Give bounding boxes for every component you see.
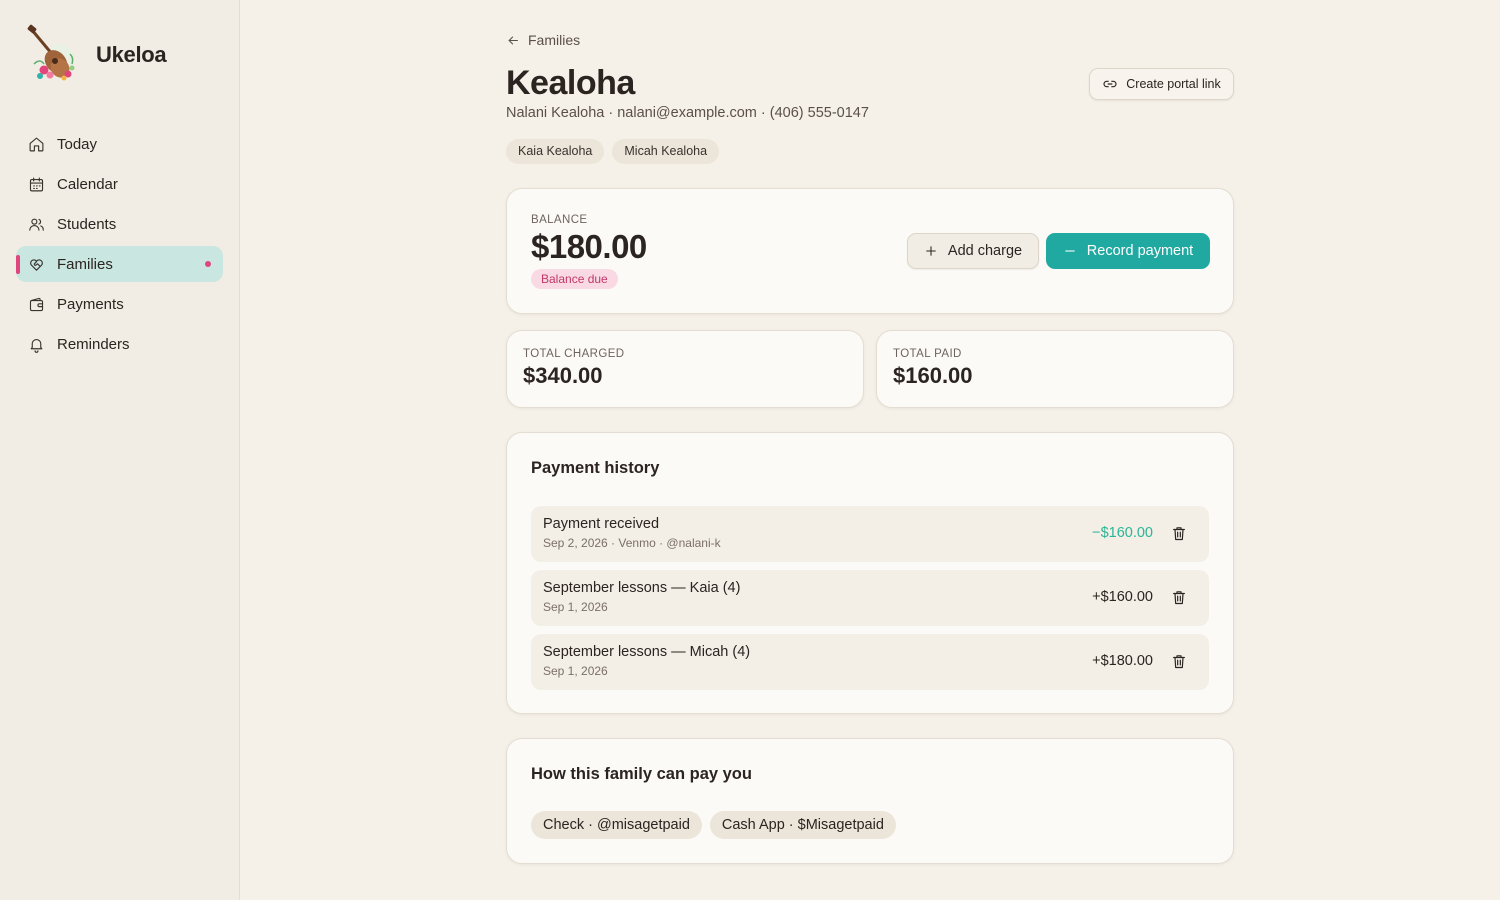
sidebar-item-families[interactable]: Families — [16, 246, 223, 282]
total-charged-value: $340.00 — [523, 363, 603, 388]
plus-icon — [926, 246, 936, 256]
create-portal-link-label: Create portal link — [1126, 77, 1221, 91]
delete-button[interactable] — [1171, 589, 1187, 606]
history-subtitle: Sep 1, 2026 — [543, 664, 608, 678]
sidebar-item-label: Students — [57, 215, 117, 233]
total-charged-card: TOTAL CHARGED $340.00 — [506, 330, 864, 408]
ukulele-logo-icon — [27, 24, 75, 81]
section-title: Payment history — [531, 459, 660, 477]
trash-icon — [1173, 591, 1185, 605]
balance-amount: $180.00 — [531, 228, 647, 265]
minus-icon — [1065, 250, 1075, 252]
total-paid-label: TOTAL PAID — [893, 348, 962, 360]
back-link-label: Families — [528, 32, 581, 48]
balance-card: BALANCE $180.00 Balance due Add charge R… — [506, 188, 1234, 314]
create-portal-link-button[interactable]: Create portal link — [1089, 68, 1234, 100]
sidebar-item-label: Payments — [57, 295, 124, 313]
history-title: September lessons — Micah (4) — [543, 644, 751, 660]
record-payment-button[interactable]: Record payment — [1046, 233, 1210, 269]
delete-button[interactable] — [1171, 653, 1187, 670]
student-chip[interactable]: Kaia Kealoha — [506, 139, 605, 164]
total-paid-card: TOTAL PAID $160.00 — [876, 330, 1234, 408]
payment-method-chips: Check · @misagetpaid Cash App · $Misaget… — [531, 811, 896, 839]
history-row: September lessons — Kaia (4) Sep 1, 2026… — [531, 570, 1209, 626]
total-charged-label: TOTAL CHARGED — [523, 348, 625, 360]
sidebar-nav: Today Calendar Students Families Payment… — [16, 126, 223, 366]
history-row: Payment received Sep 2, 2026 · Venmo · @… — [531, 506, 1209, 562]
payment-history-card: Payment history Payment received Sep 2, … — [506, 432, 1234, 714]
calendar-icon — [29, 177, 44, 191]
payment-method-chip: Check · @misagetpaid — [531, 811, 702, 839]
heart-handshake-icon — [30, 258, 43, 271]
add-charge-button[interactable]: Add charge — [907, 233, 1039, 269]
bell-icon — [30, 338, 43, 353]
sidebar-item-calendar[interactable]: Calendar — [16, 166, 223, 202]
balance-label: BALANCE — [531, 214, 588, 226]
section-title: How this family can pay you — [531, 765, 752, 783]
history-title: Payment received — [543, 516, 660, 532]
family-contact: Nalani Kealoha · nalani@example.com · (4… — [506, 105, 869, 121]
notification-dot — [205, 261, 211, 267]
sidebar-item-payments[interactable]: Payments — [16, 286, 223, 322]
link-icon — [1103, 80, 1117, 88]
sidebar-item-today[interactable]: Today — [16, 126, 223, 162]
history-amount: +$160.00 — [1092, 589, 1153, 605]
status-badge: Balance due — [531, 269, 618, 289]
sidebar-item-label: Calendar — [57, 175, 118, 193]
page-title: Kealoha — [506, 64, 635, 102]
trash-icon — [1173, 527, 1185, 541]
sidebar-item-label: Reminders — [57, 335, 130, 353]
history-subtitle: Sep 2, 2026 · Venmo · @nalani-k — [543, 536, 721, 550]
trash-icon — [1173, 655, 1185, 669]
payment-method-chip: Cash App · $Misagetpaid — [709, 811, 896, 839]
history-amount: −$160.00 — [1092, 525, 1153, 541]
sidebar-item-students[interactable]: Students — [16, 206, 223, 242]
sidebar-item-reminders[interactable]: Reminders — [16, 326, 223, 362]
record-payment-label: Record payment — [1086, 243, 1194, 259]
app-name: Ukeloa — [96, 42, 167, 67]
history-row: September lessons — Micah (4) Sep 1, 202… — [531, 634, 1209, 690]
student-chips: Kaia Kealoha Micah Kealoha — [506, 139, 720, 164]
back-link[interactable]: Families — [506, 32, 580, 48]
payment-history-list: Payment received Sep 2, 2026 · Venmo · @… — [531, 506, 1209, 698]
sidebar-item-label: Families — [57, 255, 113, 273]
sidebar-item-label: Today — [57, 135, 98, 153]
student-chip[interactable]: Micah Kealoha — [612, 139, 720, 164]
wallet-icon — [29, 297, 44, 311]
home-icon — [29, 137, 44, 151]
history-title: September lessons — Kaia (4) — [543, 580, 741, 596]
brand[interactable]: Ukeloa — [22, 24, 167, 86]
add-charge-label: Add charge — [947, 243, 1023, 259]
users-icon — [29, 218, 44, 231]
arrow-left-icon — [508, 35, 518, 45]
history-amount: +$180.00 — [1092, 653, 1153, 669]
sidebar: Ukeloa Today Calendar Students Families … — [0, 0, 240, 900]
payment-methods-card: How this family can pay you Check · @mis… — [506, 738, 1234, 864]
total-paid-value: $160.00 — [893, 363, 973, 388]
history-subtitle: Sep 1, 2026 — [543, 600, 608, 614]
delete-button[interactable] — [1171, 525, 1187, 542]
